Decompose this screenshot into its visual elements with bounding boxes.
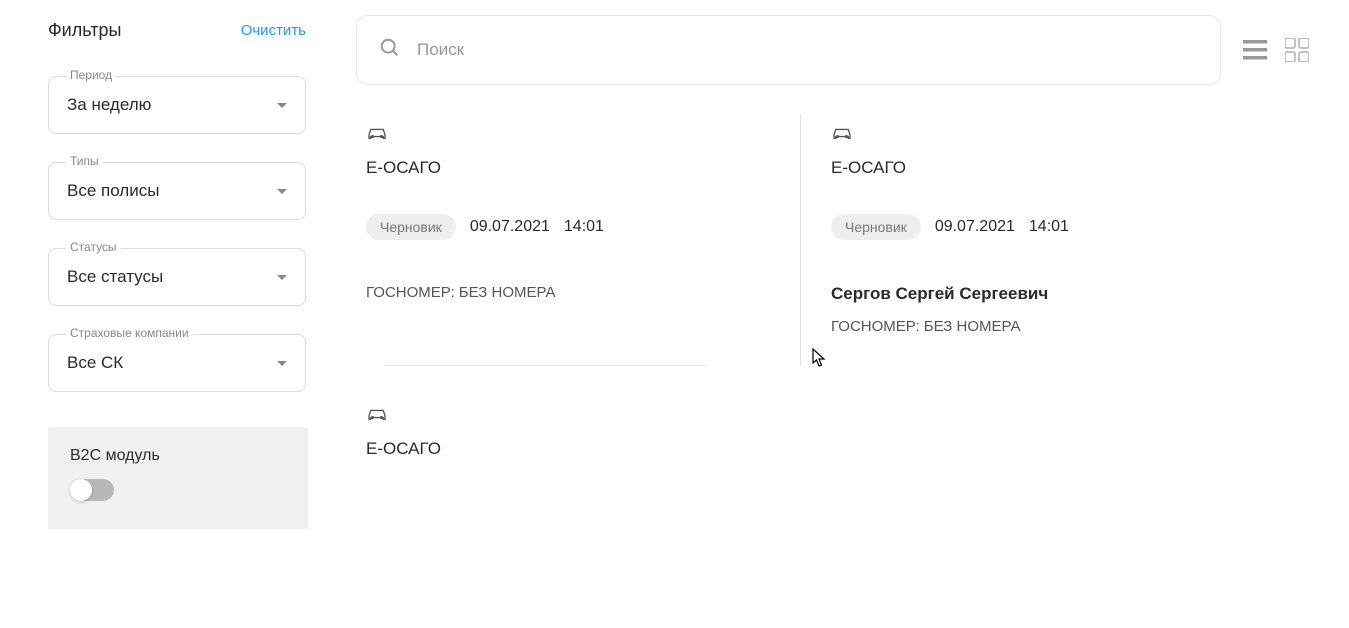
filter-value: Все статусы [67, 267, 163, 287]
chevron-down-icon [277, 361, 287, 366]
chevron-down-icon [277, 103, 287, 108]
b2c-module: B2C модуль [48, 427, 308, 529]
filter-period: Период За неделю [48, 76, 320, 134]
policy-card[interactable]: Е-ОСАГО [356, 406, 801, 525]
car-number-label: ГОСНОМЕР: БЕЗ НОМЕРА [831, 318, 1216, 335]
search-wrapper [356, 15, 1221, 85]
policy-card[interactable]: Е-ОСАГО Черновик 09.07.2021 14:01 ГОСНОМ… [356, 115, 801, 365]
client-name: Сергов Сергей Сергеевич [831, 284, 1216, 304]
policy-type-label: Е-ОСАГО [831, 158, 1216, 178]
policy-type-label: Е-ОСАГО [366, 158, 770, 178]
filter-label: Типы [66, 154, 103, 168]
card-time: 14:01 [564, 218, 604, 236]
filter-statuses-select[interactable]: Все статусы [48, 248, 306, 306]
filter-companies: Страховые компании Все СК [48, 334, 320, 392]
filter-statuses: Статусы Все статусы [48, 248, 320, 306]
search-icon [379, 37, 401, 64]
divider [386, 365, 706, 366]
filter-types-select[interactable]: Все полисы [48, 162, 306, 220]
filter-value: Все СК [67, 353, 123, 373]
chevron-down-icon [277, 189, 287, 194]
car-icon [831, 125, 1216, 146]
filter-label: Период [66, 68, 116, 82]
b2c-toggle[interactable] [70, 479, 114, 501]
status-row: Черновик 09.07.2021 14:01 [366, 214, 770, 240]
filter-companies-select[interactable]: Все СК [48, 334, 306, 392]
card-date: 09.07.2021 [935, 218, 1015, 236]
b2c-label: B2C модуль [70, 447, 286, 465]
sidebar: Фильтры Очистить Период За неделю Типы В… [0, 0, 320, 628]
sidebar-header: Фильтры Очистить [48, 20, 320, 41]
car-icon [366, 406, 771, 427]
cards-area: Е-ОСАГО Черновик 09.07.2021 14:01 ГОСНОМ… [356, 115, 1309, 365]
filter-period-select[interactable]: За неделю [48, 76, 306, 134]
filters-title: Фильтры [48, 20, 121, 41]
search-input[interactable] [417, 40, 1198, 60]
status-row: Черновик 09.07.2021 14:01 [831, 214, 1216, 240]
clear-filters-link[interactable]: Очистить [241, 22, 306, 39]
filter-label: Статусы [66, 240, 121, 254]
main-content: Е-ОСАГО Черновик 09.07.2021 14:01 ГОСНОМ… [320, 0, 1349, 628]
filter-types: Типы Все полисы [48, 162, 320, 220]
toggle-knob [70, 479, 92, 501]
status-badge: Черновик [831, 214, 921, 240]
chevron-down-icon [277, 275, 287, 280]
car-number-label: ГОСНОМЕР: БЕЗ НОМЕРА [366, 284, 770, 301]
filter-value: Все полисы [67, 181, 159, 201]
car-icon [366, 125, 770, 146]
filter-value: За неделю [67, 95, 151, 115]
card-date: 09.07.2021 [470, 218, 550, 236]
list-view-icon[interactable] [1243, 40, 1267, 60]
grid-view-icon[interactable] [1285, 38, 1309, 62]
card-time: 14:01 [1029, 218, 1069, 236]
view-mode-icons [1243, 38, 1309, 62]
status-badge: Черновик [366, 214, 456, 240]
policy-card[interactable]: Е-ОСАГО Черновик 09.07.2021 14:01 Сергов… [801, 115, 1246, 365]
filter-label: Страховые компании [66, 326, 193, 340]
policy-type-label: Е-ОСАГО [366, 439, 771, 459]
top-bar [356, 15, 1309, 85]
